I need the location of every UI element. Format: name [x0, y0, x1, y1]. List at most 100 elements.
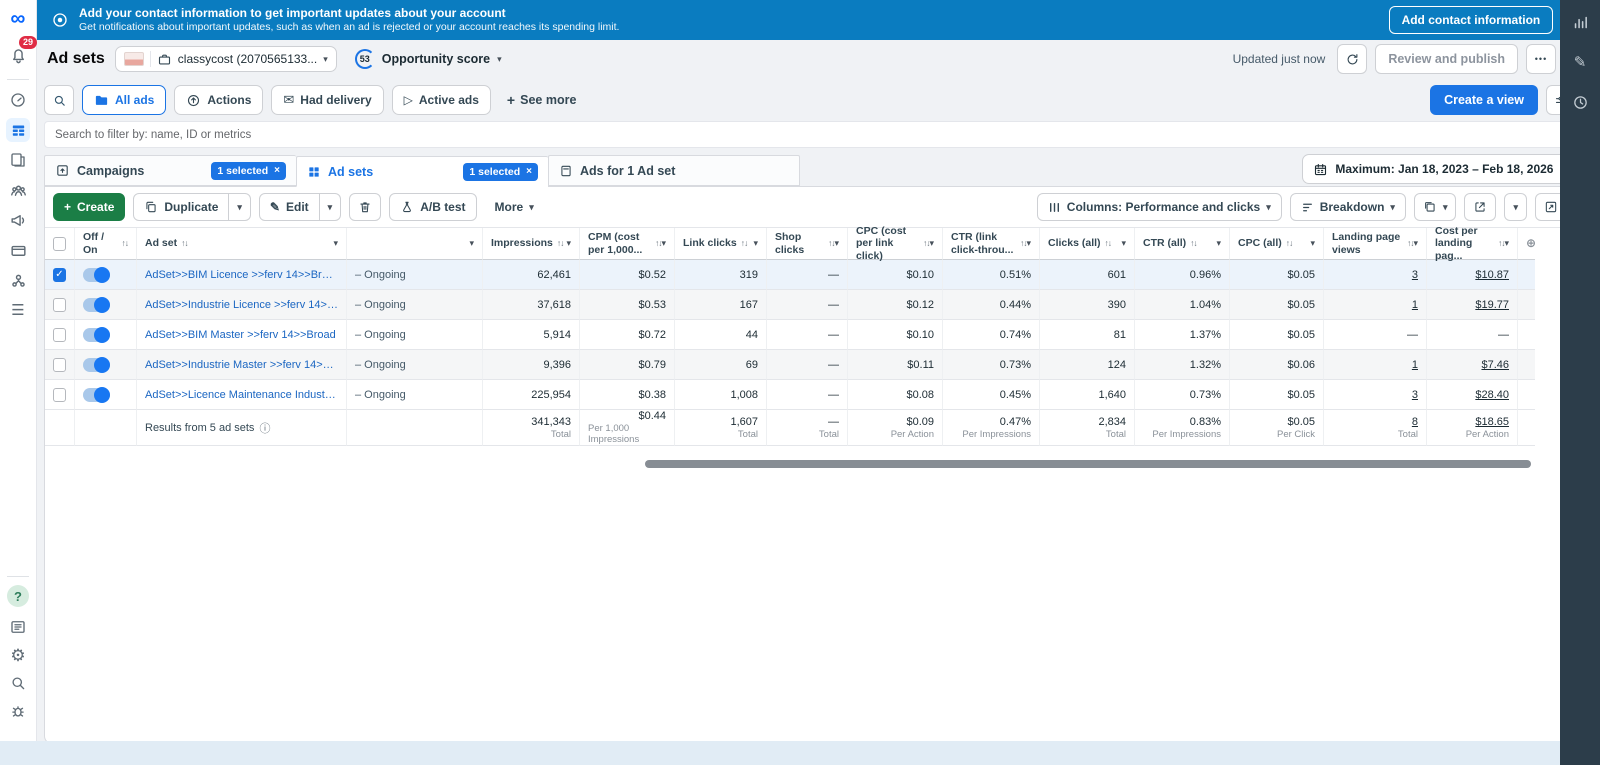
col-cpm[interactable]: CPM (cost per 1,000...	[588, 231, 651, 256]
cost-lpv-value[interactable]: $7.46	[1481, 359, 1509, 371]
tab-ads[interactable]: Ads for 1 Ad set	[548, 155, 800, 186]
filter-chip-active-ads[interactable]: ▷ Active ads	[392, 85, 491, 115]
ad-sets-selected-badge[interactable]: 1 selected ×	[463, 163, 538, 181]
filter-chip-actions[interactable]: Actions	[174, 85, 263, 115]
meta-logo-icon[interactable]: ∞	[11, 8, 26, 29]
info-icon[interactable]: ⓘ	[259, 420, 270, 436]
chevron-down-icon[interactable]: ▾	[929, 238, 934, 249]
col-ctr-all[interactable]: CTR (all)	[1143, 237, 1186, 250]
chevron-down-icon[interactable]: ▾	[1504, 238, 1509, 249]
filter-chip-all-ads[interactable]: All ads	[82, 85, 166, 115]
lpv-value[interactable]: 1	[1412, 299, 1418, 311]
col-cost-per-lpv[interactable]: Cost per landing pag...	[1435, 225, 1494, 263]
chevron-down-icon[interactable]: ▾	[1121, 238, 1126, 249]
lpv-value[interactable]: 1	[1412, 359, 1418, 371]
ad-set-name-link[interactable]: AdSet>>Industrie Licence >>ferv 14>>Broa…	[145, 299, 338, 311]
col-landing-page-views[interactable]: Landing page views	[1332, 231, 1403, 256]
account-selector[interactable]: classycost (2070565133... ▾	[115, 46, 337, 72]
chevron-down-icon[interactable]: ▾	[566, 238, 571, 249]
col-cpc-all[interactable]: CPC (all)	[1238, 237, 1282, 250]
chevron-down-icon[interactable]: ▾	[333, 238, 338, 249]
col-ad-set[interactable]: Ad set	[145, 237, 177, 250]
ad-set-name-link[interactable]: AdSet>>Licence Maintenance Industrielle …	[145, 389, 338, 401]
more-options-button[interactable]: •••	[1526, 44, 1556, 74]
close-icon[interactable]: ×	[526, 166, 532, 177]
row-checkbox[interactable]	[53, 328, 66, 342]
lpv-value[interactable]: 3	[1412, 269, 1418, 281]
col-ctr[interactable]: CTR (link click-throu...	[951, 231, 1016, 256]
settings-gear-icon[interactable]: ⚙	[6, 643, 30, 667]
edit-panel-icon[interactable]: ✎	[1568, 50, 1592, 74]
chevron-down-icon[interactable]: ▾	[1216, 238, 1221, 249]
col-impressions[interactable]: Impressions	[491, 237, 553, 250]
ad-set-name-link[interactable]: AdSet>>BIM Licence >>ferv 14>>Broad	[145, 269, 338, 281]
col-off-on[interactable]: Off / On	[83, 231, 118, 256]
add-contact-information-button[interactable]: Add contact information	[1389, 6, 1554, 34]
duplicate-dropdown-button[interactable]: ▾	[229, 193, 251, 221]
col-cpc[interactable]: CPC (cost per link click)	[856, 225, 919, 263]
campaigns-table-icon[interactable]	[6, 118, 30, 142]
cost-lpv-value[interactable]: $10.87	[1475, 269, 1509, 281]
chevron-down-icon[interactable]: ▾	[469, 238, 474, 249]
sort-icon[interactable]: ↑↓	[122, 238, 129, 248]
search-tool-icon[interactable]	[6, 671, 30, 695]
filter-chip-had-delivery[interactable]: ✉ Had delivery	[271, 85, 383, 115]
close-icon[interactable]: ×	[274, 165, 280, 176]
ad-set-name-link[interactable]: AdSet>>BIM Master >>ferv 14>>Broad	[145, 329, 336, 341]
review-and-publish-button[interactable]: Review and publish	[1375, 44, 1518, 74]
create-button[interactable]: + Create	[53, 193, 125, 221]
breakdown-button[interactable]: Breakdown ▾	[1290, 193, 1406, 221]
history-clock-icon[interactable]	[1568, 90, 1592, 114]
row-toggle[interactable]	[83, 358, 110, 372]
updates-news-icon[interactable]	[6, 615, 30, 639]
opportunity-score[interactable]: 53 Opportunity score ▾	[355, 49, 502, 69]
refresh-button[interactable]	[1337, 44, 1367, 74]
all-tools-menu-icon[interactable]: ☰	[6, 298, 30, 322]
export-button[interactable]	[1464, 193, 1496, 221]
row-checkbox[interactable]: ✓	[53, 268, 66, 282]
row-checkbox[interactable]	[53, 298, 66, 312]
date-range-picker[interactable]: Maximum: Jan 18, 2023 – Feb 18, 2026 ▾	[1302, 154, 1576, 184]
charts-panel-icon[interactable]	[1568, 10, 1592, 34]
row-checkbox[interactable]	[53, 358, 66, 372]
sort-icon[interactable]: ↑↓	[1190, 238, 1197, 248]
edit-button[interactable]: ✎ Edit	[259, 193, 320, 221]
row-toggle[interactable]	[83, 268, 110, 282]
sort-icon[interactable]: ↑↓	[741, 238, 748, 248]
chevron-down-icon[interactable]: ▾	[753, 238, 758, 249]
create-a-view-button[interactable]: Create a view	[1430, 85, 1538, 115]
cost-lpv-value[interactable]: $28.40	[1475, 389, 1509, 401]
duplicate-button[interactable]: Duplicate	[133, 193, 229, 221]
columns-button[interactable]: Columns: Performance and clicks ▾	[1037, 193, 1282, 221]
business-settings-icon[interactable]	[6, 268, 30, 292]
more-button[interactable]: More ▾	[485, 193, 544, 221]
notifications-bell-icon[interactable]: 29	[6, 43, 30, 67]
report-bug-icon[interactable]	[6, 699, 30, 723]
row-toggle[interactable]	[83, 298, 110, 312]
lpv-value[interactable]: 3	[1412, 389, 1418, 401]
row-toggle[interactable]	[83, 328, 110, 342]
add-column-icon[interactable]: ⊕	[1526, 236, 1536, 250]
col-clicks-all[interactable]: Clicks (all)	[1048, 237, 1101, 250]
delete-button[interactable]	[349, 193, 381, 221]
chevron-down-icon[interactable]: ▾	[1413, 238, 1418, 249]
chevron-down-icon[interactable]: ▾	[661, 238, 666, 249]
export-dropdown-button[interactable]: ▾	[1504, 193, 1527, 221]
audiences-icon[interactable]	[6, 178, 30, 202]
reports-button[interactable]: ▾	[1414, 193, 1457, 221]
tab-campaigns[interactable]: Campaigns 1 selected ×	[44, 155, 296, 186]
tab-ad-sets[interactable]: Ad sets 1 selected ×	[296, 156, 548, 187]
sort-icon[interactable]: ↑↓	[181, 238, 188, 248]
filter-search-icon[interactable]	[44, 85, 74, 115]
account-overview-icon[interactable]	[6, 88, 30, 112]
row-checkbox[interactable]	[53, 388, 66, 402]
sort-icon[interactable]: ↑↓	[1105, 238, 1112, 248]
col-link-clicks[interactable]: Link clicks	[683, 237, 737, 250]
advertise-megaphone-icon[interactable]	[6, 208, 30, 232]
chevron-down-icon[interactable]: ▾	[1310, 238, 1315, 249]
billing-card-icon[interactable]	[6, 238, 30, 262]
edit-dropdown-button[interactable]: ▾	[320, 193, 342, 221]
reports-pages-icon[interactable]	[6, 148, 30, 172]
sort-icon[interactable]: ↑↓	[557, 238, 564, 248]
ad-set-name-link[interactable]: AdSet>>Industrie Master >>ferv 14>>Broad	[145, 359, 338, 371]
